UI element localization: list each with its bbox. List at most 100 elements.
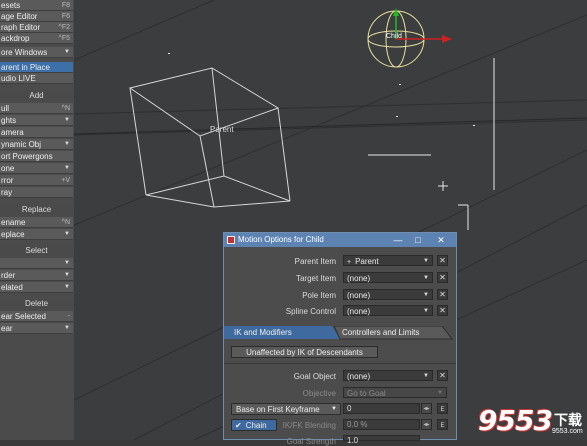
chevron-down-icon: ▼ (64, 231, 70, 237)
chevron-down-icon: ▼ (64, 272, 70, 278)
sidebar-item-dynamic-obj[interactable]: ynamic Obj ▼ (0, 139, 73, 150)
objective-label: Objective (302, 389, 336, 398)
sidebar-item-label: ename (1, 218, 26, 227)
ikfk-blending-input[interactable]: 0.0 % (343, 419, 420, 430)
maximize-button[interactable]: □ (408, 234, 428, 246)
pole-item-dropdown[interactable]: (none) ▼ (343, 289, 433, 300)
sidebar-item-backdrop[interactable]: ackdrop ^F5 (0, 33, 73, 44)
sidebar-item-label: elated (1, 283, 23, 292)
sidebar-item-parent-in-place[interactable]: arent in Place (0, 62, 73, 73)
shortcut-label: - (67, 313, 70, 320)
dialog-title-bar[interactable]: Motion Options for Child — □ ✕ (224, 233, 456, 247)
target-item-dropdown[interactable]: (none) ▼ (343, 272, 433, 283)
chain-toggle-button[interactable]: ✔ Chain (231, 419, 277, 431)
button-label: Chain (245, 421, 267, 430)
parent-item-dropdown[interactable]: + Parent ▼ (343, 255, 433, 266)
clear-spline-button[interactable]: ✕ (437, 305, 448, 316)
sidebar-item-rename[interactable]: ename ^N (0, 217, 73, 228)
object-label-child: Child (386, 33, 402, 40)
objective-dropdown[interactable]: Go to Goal ▼ (343, 387, 447, 398)
dialog-title: Motion Options for Child (238, 235, 324, 244)
clear-parent-button[interactable]: ✕ (437, 255, 448, 266)
watermark-url: 9553.com (552, 428, 583, 435)
sidebar-item-clear[interactable]: ear ▼ (0, 323, 73, 334)
toolbar-sidebar: esets F8 age Editor F6 raph Editor ^F2 ackd… (0, 0, 75, 440)
sidebar-item-label: arent in Place (1, 63, 50, 72)
sidebar-item-label: ore Windows (1, 48, 48, 57)
shortcut-label: F8 (61, 2, 70, 9)
spin-arrows-icon[interactable]: ◂▸ (421, 419, 432, 430)
sidebar-item-camera[interactable]: amera (0, 127, 73, 138)
unaffected-by-ik-button[interactable]: Unaffected by IK of Descendants (231, 346, 378, 358)
sidebar-item-mirror[interactable]: rror +V (0, 175, 73, 186)
dropdown-value: (none) (347, 291, 371, 300)
section-header-replace: Replace (0, 205, 73, 215)
shortcut-label: ^F5 (58, 35, 70, 42)
sidebar-item-label: ear Selected (1, 312, 46, 321)
clear-goal-button[interactable]: ✕ (437, 370, 448, 381)
sidebar-item-label: ort Powergons (1, 152, 53, 161)
sidebar-item-related[interactable]: elated ▼ (0, 282, 73, 293)
sidebar-item-image-editor[interactable]: age Editor F6 (0, 11, 73, 22)
sidebar-item-graph-editor[interactable]: raph Editor ^F2 (0, 22, 73, 33)
chevron-down-icon: ▼ (437, 390, 443, 396)
close-button[interactable]: ✕ (428, 234, 454, 246)
spin-arrows-icon[interactable]: ◂▸ (421, 403, 432, 414)
sidebar-item-label: raph Editor (1, 23, 41, 32)
shortcut-label: ^N (61, 105, 70, 112)
move-gizmo[interactable] (367, 8, 452, 68)
chevron-down-icon: ▼ (64, 141, 70, 147)
tab-controllers-and-limits[interactable]: Controllers and Limits (332, 327, 448, 339)
dropdown-value: (none) (347, 274, 371, 283)
shortcut-label: ^N (61, 219, 70, 226)
sidebar-item-more-windows[interactable]: ore Windows ▼ (0, 47, 73, 58)
sidebar-item-bone[interactable]: one ▼ (0, 163, 73, 174)
sidebar-item-lights[interactable]: ghts ▼ (0, 115, 73, 126)
chevron-down-icon: ▼ (64, 49, 70, 55)
dropdown-value: (none) (347, 307, 371, 316)
chevron-down-icon: ▼ (331, 406, 337, 412)
chevron-down-icon: ▼ (423, 292, 429, 298)
chevron-down-icon: ▼ (423, 258, 429, 264)
clear-pole-button[interactable]: ✕ (437, 289, 448, 300)
sidebar-item-select[interactable]: ▼ (0, 258, 73, 269)
sidebar-item-clear-selected[interactable]: ear Selected - (0, 311, 73, 322)
chevron-down-icon: ▼ (423, 373, 429, 379)
chevron-down-icon: ▼ (64, 284, 70, 290)
envelope-button[interactable]: E (437, 403, 448, 414)
goal-object-dropdown[interactable]: (none) ▼ (343, 370, 433, 381)
base-frame-input[interactable]: 0 (343, 403, 420, 414)
sidebar-item-label: eplace (1, 230, 25, 239)
sidebar-item-order[interactable]: rder ▼ (0, 270, 73, 281)
minimize-button[interactable]: — (388, 234, 408, 246)
sidebar-item-presets[interactable]: esets F8 (0, 0, 73, 11)
sidebar-item-label: ull (1, 104, 10, 113)
clear-target-button[interactable]: ✕ (437, 272, 448, 283)
chevron-down-icon: ▼ (64, 260, 70, 266)
sidebar-item-replace[interactable]: eplace ▼ (0, 229, 73, 240)
sidebar-item-label: amera (1, 128, 24, 137)
sidebar-item-array[interactable]: ray (0, 187, 73, 198)
section-header-add: Add (0, 91, 73, 101)
sidebar-item-label: one (1, 164, 15, 173)
tab-ik-and-modifiers[interactable]: IK and Modifiers (224, 327, 334, 339)
base-on-first-keyframe-dropdown[interactable]: Base on First Keyframe ▼ (231, 403, 341, 415)
sidebar-item-label: ynamic Obj (1, 140, 42, 149)
sidebar-item-label: ear (1, 324, 13, 333)
sidebar-item-studio-live[interactable]: udio LIVE (0, 73, 73, 84)
parent-cube-wireframe[interactable] (128, 67, 291, 208)
goal-strength-input[interactable]: 1.0 (343, 435, 420, 445)
dropdown-value: Go to Goal (347, 389, 386, 398)
section-header-delete: Delete (0, 299, 73, 309)
chevron-down-icon: ▼ (64, 325, 70, 331)
envelope-icon: E (440, 423, 445, 429)
envelope-button[interactable]: E (437, 419, 448, 430)
divider (224, 363, 456, 364)
chevron-down-icon: ▼ (423, 275, 429, 281)
sidebar-item-null[interactable]: ull ^N (0, 103, 73, 114)
dropdown-value: (none) (347, 372, 371, 381)
goal-object-label: Goal Object (293, 372, 336, 381)
goal-strength-label: Goal Strength (286, 437, 336, 446)
sidebar-item-import-powergons[interactable]: ort Powergons (0, 151, 73, 162)
spline-control-dropdown[interactable]: (none) ▼ (343, 305, 433, 316)
